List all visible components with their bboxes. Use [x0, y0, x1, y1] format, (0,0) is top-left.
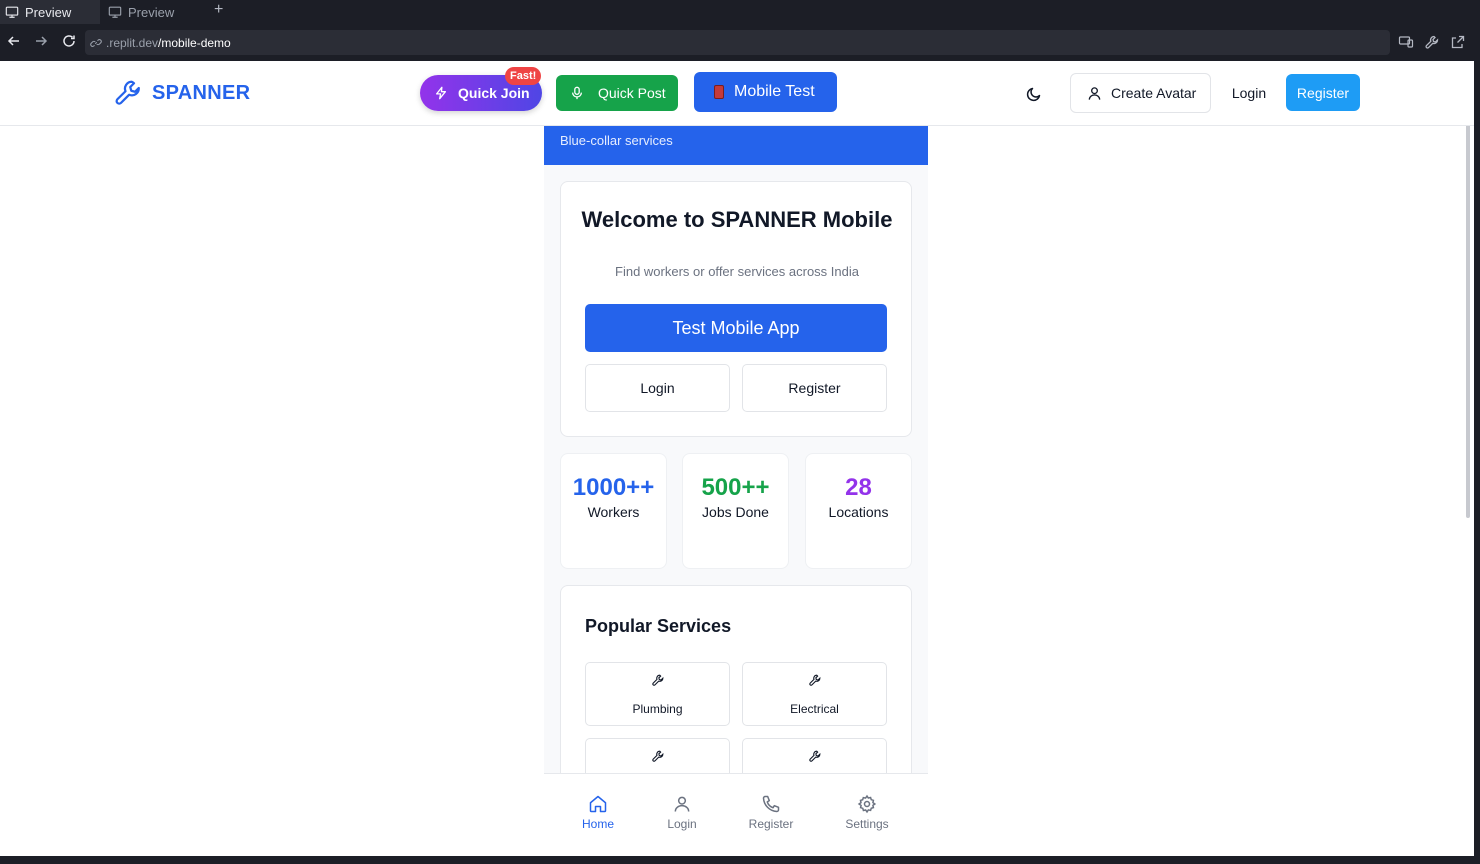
brand-name: SPANNER [152, 81, 251, 104]
open-external-icon[interactable] [1450, 34, 1466, 50]
header-register-button[interactable]: Register [1286, 74, 1360, 111]
header-login-button[interactable]: Login [1224, 73, 1274, 113]
wrench-icon[interactable] [1424, 34, 1440, 50]
stat-label: Jobs Done [702, 504, 769, 520]
fast-badge: Fast! [505, 67, 542, 85]
mobile-test-button[interactable]: Mobile Test [694, 72, 837, 112]
monitor-icon [5, 6, 19, 18]
back-arrow-icon[interactable] [6, 33, 22, 49]
welcome-card: Welcome to SPANNER Mobile Find workers o… [560, 181, 912, 437]
welcome-subtitle: Find workers or offer services across In… [615, 264, 859, 279]
wrench-icon [651, 750, 663, 762]
page-scrollbar[interactable] [1466, 73, 1470, 518]
moon-icon[interactable] [1026, 86, 1042, 102]
create-avatar-label: Create Avatar [1111, 85, 1197, 101]
services-title: Popular Services [585, 616, 732, 636]
nav-register[interactable]: Register [736, 794, 806, 831]
browser-tab-preview[interactable]: Preview [103, 0, 203, 24]
wrench-icon [651, 674, 663, 686]
brand-logo[interactable]: SPANNER [113, 78, 250, 108]
mobile-subtitle: Blue-collar services [560, 133, 673, 148]
mobile-test-label: Mobile Test [734, 83, 815, 100]
nav-home[interactable]: Home [563, 794, 633, 831]
mobile-register-button[interactable]: Register [742, 364, 887, 412]
quick-post-label: Quick Post [598, 85, 666, 101]
zap-icon [435, 86, 447, 100]
browser-tab-bar: Preview Preview + [0, 0, 1480, 24]
nav-label: Login [667, 817, 697, 831]
browser-tab-label: Preview [25, 4, 72, 20]
nav-label: Register [748, 817, 794, 831]
service-label: Electrical [790, 702, 839, 716]
url-field[interactable]: .replit.dev/mobile-demo [85, 30, 1390, 55]
phone-icon [762, 795, 780, 813]
nav-label: Settings [845, 817, 889, 831]
service-plumbing[interactable]: Plumbing [585, 662, 730, 726]
create-avatar-button[interactable]: Create Avatar [1070, 73, 1211, 113]
mobile-bottom-nav: Home Login Register Settings [544, 773, 928, 856]
nav-settings[interactable]: Settings [832, 794, 902, 831]
stat-workers: 1000++ Workers [560, 453, 667, 569]
nav-login[interactable]: Login [647, 794, 717, 831]
gear-icon [857, 794, 877, 814]
service-label: Plumbing [632, 702, 683, 716]
stat-label: Workers [587, 504, 640, 520]
home-icon [589, 795, 607, 813]
browser-tab-label: Preview [128, 4, 175, 20]
mic-icon [571, 86, 583, 100]
new-tab-button[interactable]: + [214, 1, 223, 19]
stat-locations: 28 Locations [805, 453, 912, 569]
test-mobile-app-button[interactable]: Test Mobile App [585, 304, 887, 352]
quick-post-button[interactable]: Quick Post [556, 75, 678, 111]
stat-jobs-done: 500++ Jobs Done [682, 453, 789, 569]
browser-tab-preview-active[interactable]: Preview [0, 0, 100, 24]
mobile-login-button[interactable]: Login [585, 364, 730, 412]
wrench-icon [808, 674, 820, 686]
wrench-icon [808, 750, 820, 762]
monitor-icon [108, 6, 122, 18]
url-path: /mobile-demo [158, 35, 231, 50]
forward-arrow-icon[interactable] [33, 33, 49, 49]
url-host: .replit.dev [106, 35, 159, 50]
mobile-preview: Blue-collar services Welcome to SPANNER … [544, 61, 928, 856]
mobile-phone-icon [714, 85, 724, 99]
welcome-title: Welcome to SPANNER Mobile [581, 207, 893, 232]
window-bottom-edge [0, 856, 1480, 864]
wrench-logo-icon [115, 80, 140, 105]
link-icon [90, 38, 102, 47]
devices-icon[interactable] [1398, 34, 1414, 50]
stat-value: 500++ [701, 474, 770, 501]
service-electrical[interactable]: Electrical [742, 662, 887, 726]
stat-value: 1000++ [572, 474, 655, 501]
stat-label: Locations [828, 504, 889, 520]
stat-value: 28 [845, 474, 872, 501]
user-icon [1088, 86, 1101, 100]
page-viewport: Blue-collar services Welcome to SPANNER … [0, 61, 1474, 856]
nav-label: Home [581, 817, 614, 831]
quick-join-label: Quick Join [458, 85, 530, 101]
reload-icon[interactable] [61, 33, 77, 49]
user-icon [674, 796, 690, 812]
